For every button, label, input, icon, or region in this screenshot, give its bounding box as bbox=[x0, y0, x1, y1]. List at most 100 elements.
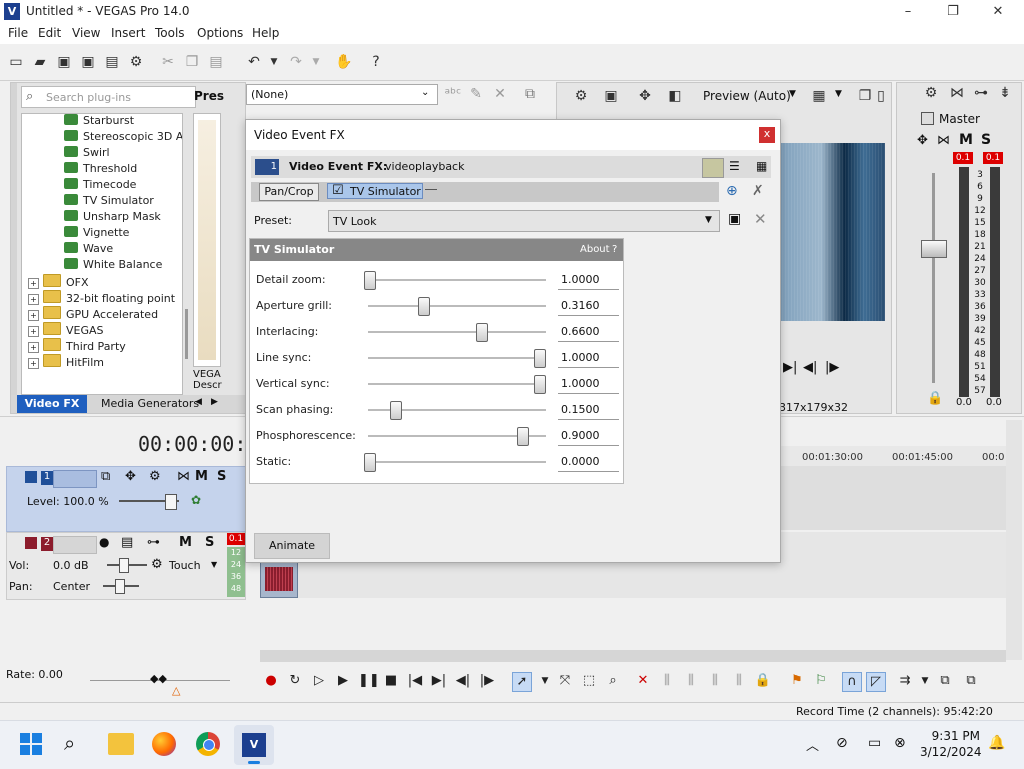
expand-icon[interactable]: + bbox=[28, 310, 39, 321]
preview-quality-dropdown[interactable]: Preview (Auto) bbox=[703, 89, 791, 103]
save-as-icon[interactable]: ▣ bbox=[78, 52, 98, 72]
copy-icon[interactable]: ❐ bbox=[182, 52, 202, 72]
track2-mute-button[interactable]: M bbox=[179, 535, 192, 550]
clock-time[interactable]: 9:31 PM bbox=[924, 729, 980, 743]
display-icon[interactable]: ▭ bbox=[868, 735, 881, 751]
chain-item-pan-crop[interactable]: Pan/Crop bbox=[259, 183, 319, 201]
tree-item[interactable]: Starburst bbox=[64, 114, 134, 130]
chain-view-icon[interactable] bbox=[702, 158, 724, 178]
expand-icon[interactable]: + bbox=[28, 326, 39, 337]
preview-properties-gear-icon[interactable]: ⚙ bbox=[571, 86, 591, 106]
master-gear-icon[interactable]: ⚙ bbox=[921, 83, 941, 103]
track2-solo-button[interactable]: S bbox=[205, 535, 214, 550]
next-frame-transport-icon[interactable]: |▶ bbox=[478, 672, 496, 690]
lock-envelopes-icon[interactable]: ⧉ bbox=[936, 672, 954, 690]
parameter-slider-thumb[interactable] bbox=[517, 427, 529, 446]
notification-bell-icon[interactable]: 🔔 bbox=[988, 735, 1005, 751]
invert-phase-icon[interactable]: ▤ bbox=[121, 535, 133, 550]
arm-record-icon[interactable]: ● bbox=[99, 535, 109, 549]
menu-options[interactable]: Options bbox=[197, 26, 243, 40]
parameter-slider[interactable] bbox=[368, 461, 546, 464]
timeline-horizontal-scrollbar[interactable] bbox=[260, 650, 1006, 662]
folder-item[interactable]: +32-bit floating point bbox=[28, 290, 175, 306]
insert-marker-icon[interactable]: ⚑ bbox=[788, 672, 806, 690]
audio-track-name-field[interactable] bbox=[53, 536, 97, 554]
pan-thumb[interactable] bbox=[115, 579, 125, 594]
firefox-icon[interactable] bbox=[152, 732, 176, 756]
tab-video-fx[interactable]: Video FX bbox=[17, 395, 87, 413]
track1-sync-icon[interactable]: ✿ bbox=[191, 493, 201, 507]
automation-chevron-icon[interactable]: ▼ bbox=[211, 560, 217, 569]
chrome-icon[interactable] bbox=[196, 732, 220, 756]
rate-slider-thumb-icon[interactable]: ◆◆ bbox=[150, 672, 167, 685]
edit-icon[interactable]: ✎ bbox=[466, 84, 486, 104]
preview-quality-chevron-icon[interactable]: ▼ bbox=[789, 89, 796, 99]
undo-icon[interactable]: ↶ bbox=[244, 52, 264, 72]
play-icon[interactable]: ▶ bbox=[334, 672, 352, 690]
show-hidden-icons-chevron-icon[interactable]: ︿ bbox=[806, 735, 819, 754]
track-bypass-icon[interactable]: ⋈ bbox=[177, 469, 190, 484]
master-fx-icon[interactable]: ⋈ bbox=[947, 83, 967, 103]
ignore-grouping-icon[interactable]: ⧉ bbox=[962, 672, 980, 690]
vol-thumb[interactable] bbox=[119, 558, 129, 573]
animate-button[interactable]: Animate bbox=[254, 533, 330, 559]
tab-media-generators[interactable]: Media Generators bbox=[101, 397, 199, 410]
network-icon[interactable]: ⊘ bbox=[836, 735, 848, 751]
parameter-slider-thumb[interactable] bbox=[390, 401, 402, 420]
parameter-slider[interactable] bbox=[368, 305, 546, 308]
file-explorer-icon[interactable] bbox=[108, 733, 134, 755]
save-preset-icon[interactable]: ▣ bbox=[728, 211, 741, 227]
insert-region-icon[interactable]: ⚐ bbox=[812, 672, 830, 690]
parameter-slider[interactable] bbox=[368, 331, 546, 334]
undo-dropdown-icon[interactable]: ▼ bbox=[264, 52, 284, 72]
normal-edit-tool-icon[interactable]: ➚ bbox=[512, 672, 532, 692]
tab-scroll-right-icon[interactable]: ▶ bbox=[211, 397, 218, 407]
tab-scroll-left-icon[interactable]: ◀ bbox=[195, 397, 202, 407]
grid-icon[interactable]: ▦ bbox=[809, 86, 829, 106]
parameter-value-field[interactable]: 0.9000 bbox=[558, 427, 619, 446]
grid-chevron-icon[interactable]: ▼ bbox=[835, 89, 842, 99]
edit-tool-chevron-icon[interactable]: ▼ bbox=[536, 672, 554, 690]
parameter-value-field[interactable]: 1.0000 bbox=[558, 349, 619, 368]
trim-end-icon[interactable]: ⫼ bbox=[706, 672, 724, 690]
menu-insert[interactable]: Insert bbox=[111, 26, 145, 40]
folder-item[interactable]: + OFX bbox=[28, 274, 89, 290]
expand-icon[interactable]: + bbox=[28, 294, 39, 305]
clock-date[interactable]: 3/12/2024 bbox=[920, 745, 982, 759]
expand-icon[interactable]: + bbox=[28, 358, 39, 369]
maximize-button[interactable]: ❐ bbox=[935, 2, 971, 22]
master-dim-icon[interactable]: ⇟ bbox=[995, 83, 1015, 103]
scrollbar-thumb[interactable] bbox=[185, 309, 188, 359]
parameter-slider[interactable] bbox=[368, 357, 546, 360]
parameter-slider-thumb[interactable] bbox=[476, 323, 488, 342]
master-bypass-icon[interactable]: ⋈ bbox=[937, 133, 950, 148]
compositing-icon[interactable]: ⧉ bbox=[101, 469, 110, 484]
delete-preset-icon[interactable]: ✕ bbox=[754, 210, 767, 228]
previous-frame-icon[interactable]: ◀| bbox=[803, 360, 817, 375]
timeline-vertical-scrollbar[interactable] bbox=[1006, 420, 1022, 660]
parameter-value-field[interactable]: 0.6600 bbox=[558, 323, 619, 342]
volume-muted-icon[interactable]: ⊗ bbox=[894, 735, 906, 751]
parameter-slider-thumb[interactable] bbox=[364, 271, 376, 290]
tree-item[interactable]: Vignette bbox=[64, 226, 129, 242]
tree-item[interactable]: Stereoscopic 3D A bbox=[64, 130, 182, 146]
plugin-help-icon[interactable]: ? bbox=[612, 244, 617, 255]
track-motion-icon[interactable]: ✥ bbox=[125, 469, 136, 484]
snapping-icon[interactable]: ∩ bbox=[842, 672, 862, 692]
auto-crossfade-icon[interactable]: ◸ bbox=[866, 672, 886, 692]
tree-scrollbar[interactable] bbox=[183, 113, 191, 363]
go-to-end-transport-icon[interactable]: ▶| bbox=[430, 672, 448, 690]
parameter-slider-thumb[interactable] bbox=[534, 349, 546, 368]
menu-help[interactable]: Help bbox=[252, 26, 279, 40]
automation-mode[interactable]: Touch bbox=[169, 559, 201, 572]
close-button[interactable]: ✕ bbox=[980, 2, 1016, 22]
go-to-start-icon[interactable]: |◀ bbox=[406, 672, 424, 690]
master-mute-button[interactable]: M bbox=[959, 132, 973, 148]
tree-item[interactable]: TV Simulator bbox=[64, 194, 154, 210]
grid-view-icon[interactable]: ▦ bbox=[756, 159, 767, 173]
search-taskbar-icon[interactable]: ⌕ bbox=[64, 731, 75, 755]
play-from-start-icon[interactable]: ▷ bbox=[310, 672, 328, 690]
track1-level-thumb[interactable] bbox=[165, 494, 177, 510]
fx-window-icon[interactable]: ⧉ bbox=[520, 84, 540, 104]
tree-item[interactable]: Timecode bbox=[64, 178, 136, 194]
